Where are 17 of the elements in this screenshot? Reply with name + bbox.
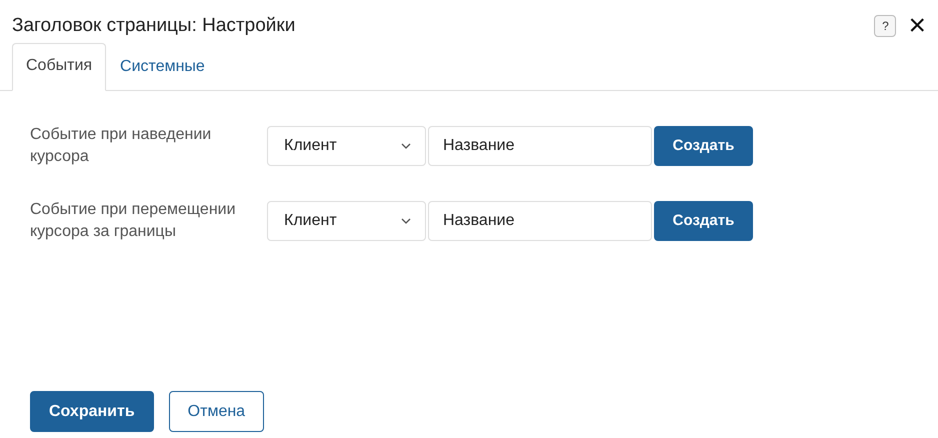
chevron-down-icon	[401, 218, 411, 224]
client-select[interactable]: Клиент	[267, 201, 426, 242]
name-field[interactable]: Название	[428, 126, 652, 166]
save-button[interactable]: Сохранить	[30, 391, 154, 432]
cancel-button[interactable]: Отмена	[168, 391, 264, 432]
window-title: Заголовок страницы: Настройки	[12, 14, 296, 38]
tab[interactable]: Системные	[106, 44, 219, 91]
client-select[interactable]: Клиент	[267, 126, 426, 166]
event-label: Событие при наведении курсора	[30, 125, 212, 168]
tab[interactable]: События	[12, 43, 106, 91]
event-label: Событие при перемещении курсора за границы	[30, 200, 237, 242]
create-button[interactable]: Создать	[654, 126, 753, 166]
create-button[interactable]: Создать	[654, 201, 753, 242]
chevron-down-icon	[401, 143, 411, 150]
close-button[interactable]: ×	[908, 11, 926, 41]
help-icon[interactable]: ?	[874, 15, 896, 37]
name-field[interactable]: Название	[428, 201, 652, 242]
